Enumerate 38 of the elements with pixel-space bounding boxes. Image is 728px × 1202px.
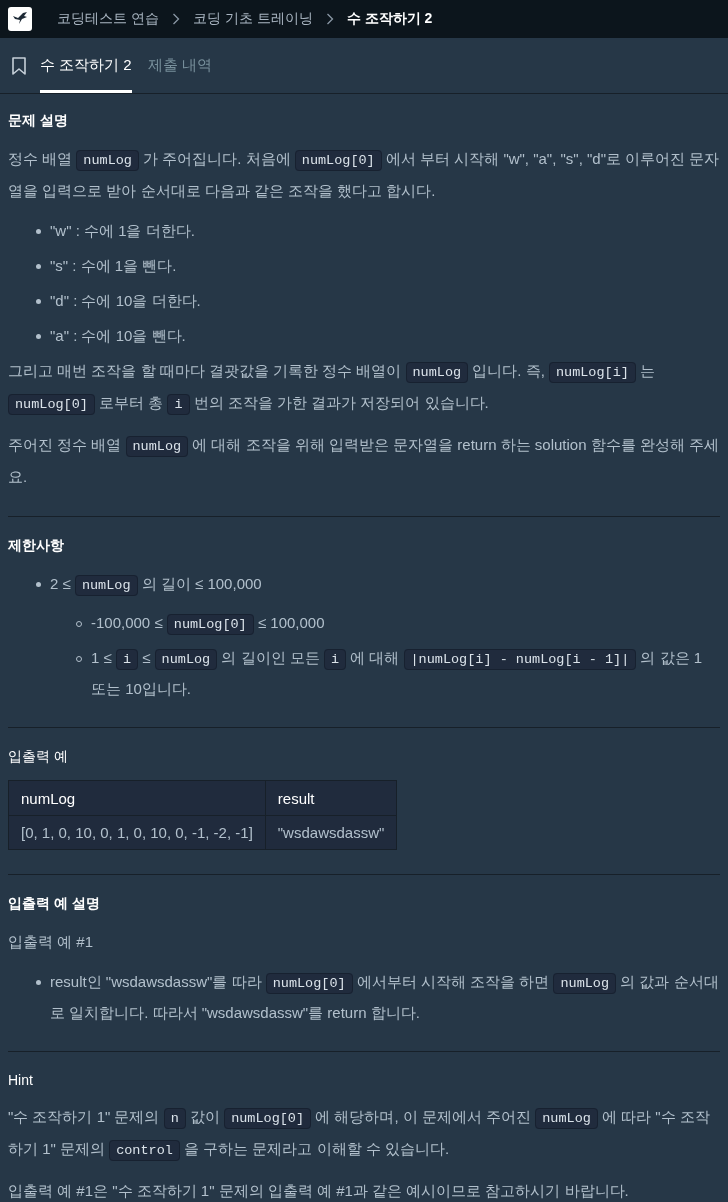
bullet-dot: [36, 299, 41, 304]
section-heading: 입출력 예: [8, 748, 69, 766]
chevron-icon: [325, 13, 334, 25]
column-header: result: [265, 780, 397, 816]
list-item-text: -100,000 ≤ numLog[0] ≤ 100,000: [91, 608, 325, 639]
bullet-dot: [36, 980, 41, 985]
tab[interactable]: 수 조작하기 2: [40, 38, 132, 93]
breadcrumb-link[interactable]: 수 조작하기 2: [343, 10, 436, 28]
list-item-text: 1 ≤ i ≤ numLog 의 길이인 모든 i 에 대해 |numLog[i] - numLog[i - 1]| 의 값은 1 또는 10입니다.: [91, 648, 704, 699]
paragraph: 그리고 매번 조작을 할 때마다 결괏값을 기록한 정수 배열이 numLog 입니다. 즉, numLog[i] 는 numLog[0] 로부터 총 i 번의 조작을 가한 결과가 저장되어 있습니다.: [8, 356, 720, 420]
list-item-text: "s" : 수에 1을 뺀다.: [50, 256, 177, 276]
bullet-dot: [36, 229, 41, 234]
list-item-text: "d" : 수에 10을 더한다.: [50, 291, 201, 311]
bookmark-icon: [12, 56, 26, 75]
list-item-text: 2 ≤ numLog 의 길이 ≤ 100,000: [50, 569, 262, 600]
table-cell: "wsdawsdassw": [265, 815, 397, 850]
breadcrumb-link[interactable]: 코딩테스트 연습: [54, 10, 162, 28]
bullet-dot: [36, 582, 41, 587]
table-cell: [0, 1, 0, 10, 0, 1, 0, 10, 0, -1, -2, -1]: [8, 815, 266, 850]
paragraph: 주어진 정수 배열 numLog 에 대해 조작을 위해 입력받은 문자열을 return 하는 solution 함수를 완성해 주세요.: [8, 435, 720, 487]
breadcrumb-link[interactable]: 코딩 기초 트레이닝: [189, 10, 316, 28]
section-heading: 문제 설명: [8, 112, 69, 130]
paragraph: 입출력 예 #1: [8, 932, 95, 952]
paragraph: "수 조작하기 1" 문제의 n 값이 numLog[0] 에 해당하며, 이 문제에서 주어진 numLog 에 따라 "수 조작하기 1" 문제의 control 을 구하는 문제라고 이해할 수 있습니다.: [8, 1102, 720, 1166]
bullet-dot: [36, 334, 41, 339]
column-header: numLog: [8, 780, 266, 816]
section-heading: Hint: [8, 1072, 34, 1088]
list-item-text: result인 "wsdawsdassw"를 따라 numLog[0] 에서부터 시작해 조작을 하면 numLog 의 값과 순서대로 일치합니다. 따라서 "wsdawsdassw"를 return 합니다.: [50, 972, 720, 1023]
bullet-dot: [36, 264, 41, 269]
section-heading: 입출력 예 설명: [8, 895, 101, 913]
tab[interactable]: 제출 내역: [147, 38, 212, 93]
logo-icon[interactable]: [8, 7, 32, 31]
chevron-icon: [171, 13, 180, 25]
paragraph: 정수 배열 numLog 가 주어집니다. 처음에 numLog[0] 에서 부터 시작해 "w", "a", "s", "d"로 이루어진 문자열을 입력으로 받아 순서대로 다음과 같은 조작을 했다고 합시다.: [8, 149, 720, 201]
list-item-text: "w" : 수에 1을 더한다.: [50, 221, 195, 241]
section-heading: 제한사항: [8, 537, 65, 555]
list-item-text: "a" : 수에 10을 뺀다.: [50, 326, 186, 346]
paragraph: 입출력 예 #1은 "수 조작하기 1" 문제의 입출력 예 #1과 같은 예시이므로 참고하시기 바랍니다.: [8, 1181, 630, 1201]
